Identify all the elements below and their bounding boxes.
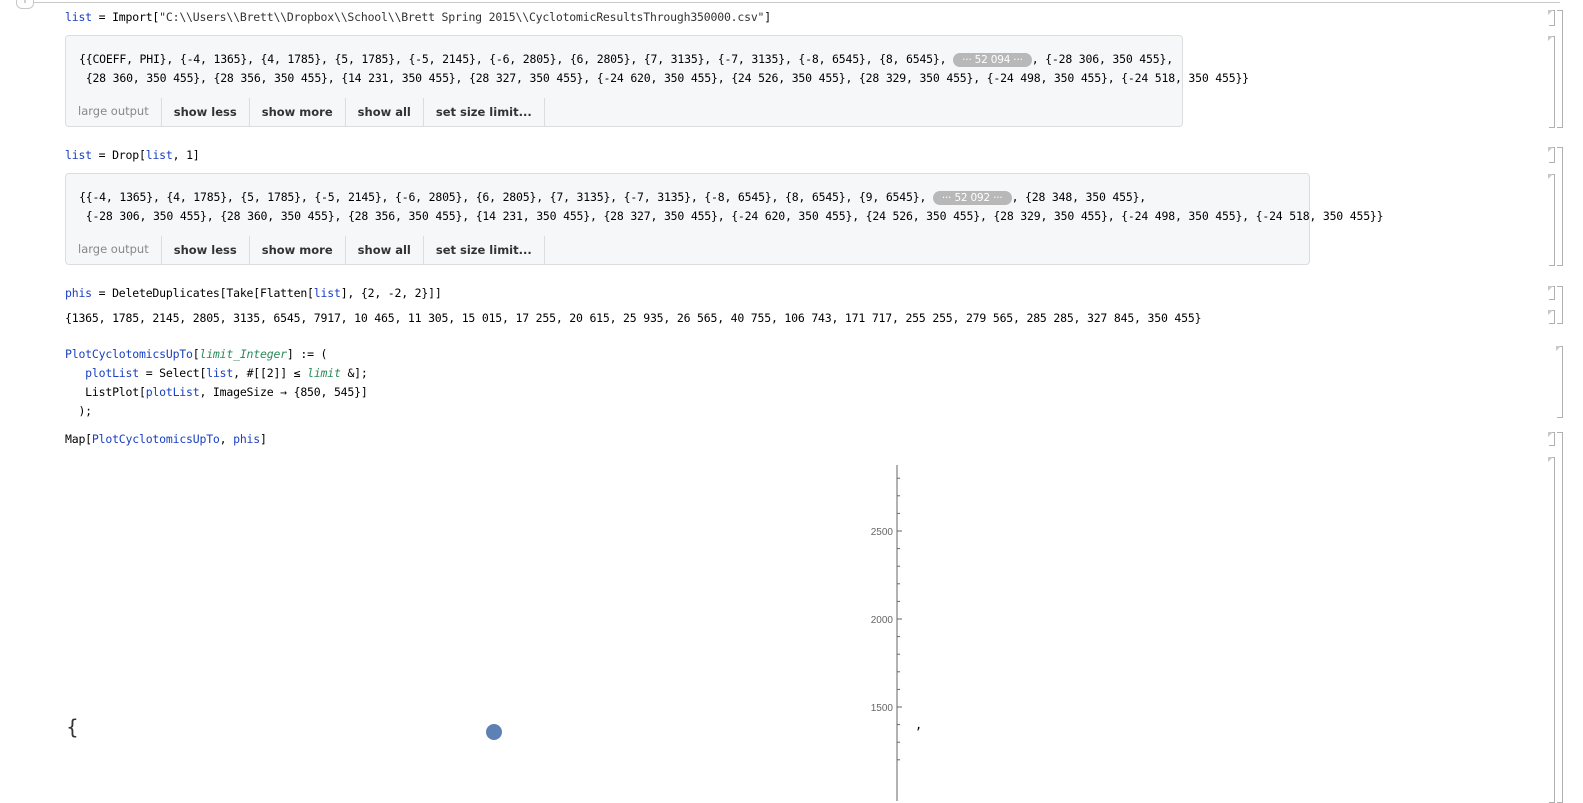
cell-bracket-5-output[interactable] xyxy=(1548,457,1555,803)
cell-group-bracket-1[interactable] xyxy=(1557,10,1563,128)
result-separator: , xyxy=(915,718,923,732)
cell-bracket-4-input[interactable] xyxy=(1556,346,1563,418)
cell-group-bracket-2[interactable] xyxy=(1557,147,1563,266)
cell-bracket-3-input[interactable] xyxy=(1548,286,1555,300)
y-tick-label: 2000 xyxy=(871,615,894,626)
cell-bracket-3-output[interactable] xyxy=(1548,310,1555,324)
plot-graphic[interactable]: 1500 2000 2500 xyxy=(0,0,1583,801)
cell-bracket-2-input[interactable] xyxy=(1548,147,1555,163)
cell-group-bracket-3[interactable] xyxy=(1557,286,1563,324)
y-tick-label: 2500 xyxy=(871,527,894,538)
cell-bracket-1-input[interactable] xyxy=(1548,10,1555,26)
data-point xyxy=(486,724,502,740)
y-tick-label: 1500 xyxy=(871,703,894,714)
cell-bracket-1-output[interactable] xyxy=(1548,36,1555,128)
cell-group-bracket-5[interactable] xyxy=(1557,432,1563,803)
cell-bracket-2-output[interactable] xyxy=(1548,174,1555,266)
cell-bracket-5-input[interactable] xyxy=(1548,432,1555,446)
